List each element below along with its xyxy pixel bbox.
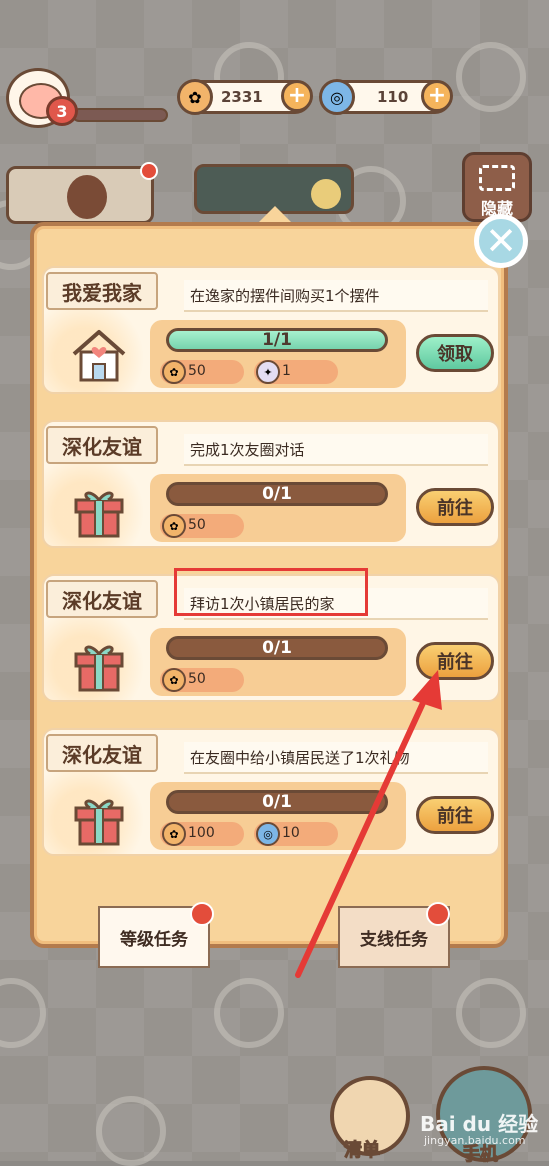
task-description: 在友圈中给小镇居民送了1次礼物 [184,742,488,774]
coin-icon: ✿ [162,822,186,846]
progress-bar: 0/1 [166,636,388,660]
task-description: 在逸家的摆件间购买1个摆件 [184,280,488,312]
claim-button[interactable]: 领取 [416,334,494,372]
house-icon [72,330,126,382]
progress-panel: 0/1 ✿ 50 [150,474,406,542]
progress-panel: 0/1 ✿ 100 ◎ 10 [150,782,406,850]
reward-value: 10 [282,825,300,841]
reward-coins: ✿ 50 [160,360,244,384]
task-description: 完成1次友圈对话 [184,434,488,466]
close-button[interactable]: ✕ [474,214,528,268]
task-title: 深化友谊 [46,426,158,464]
sun-decoration [456,42,526,112]
gift-icon [74,645,124,692]
reward-value: 50 [188,517,206,533]
gem-amount: 110 [377,88,409,106]
progress-panel: 0/1 ✿ 50 [150,628,406,696]
coin-counter: ✿ 2331 + [177,79,313,115]
coin-icon: ✿ [162,360,186,384]
task-card: 在逸家的摆件间购买1个摆件 我爱我家 1/1 ✿ 50 ✦ 1 领取 [42,266,500,394]
photo-card[interactable] [6,166,154,224]
notification-dot [190,902,214,926]
sun-decoration [456,978,526,1048]
task-card: 完成1次友圈对话 深化友谊 0/1 ✿ 50 前往 [42,420,500,548]
frame-icon [479,165,515,191]
gem-icon: ◎ [256,822,280,846]
task-title: 深化友谊 [46,734,158,772]
coin-icon: ✿ [162,514,186,538]
watermark-url: jingyan.baidu.com [424,1134,526,1147]
task-card: 在友圈中给小镇居民送了1次礼物 深化友谊 0/1 ✿ 100 ◎ 10 前往 [42,728,500,856]
go-button[interactable]: 前往 [416,488,494,526]
reward-value: 50 [188,363,206,379]
coin-amount: 2331 [221,88,263,106]
xp-bar [72,108,168,122]
gem-counter: ◎ 110 + [319,79,453,115]
notification-dot [426,902,450,926]
reward-value: 1 [282,363,291,379]
reward-coins: ✿ 50 [160,514,244,538]
progress-bar: 1/1 [166,328,388,352]
checklist-label: 清单 [344,1140,381,1162]
gift-icon [74,799,124,846]
reward-value: 50 [188,671,206,687]
notification-dot [140,162,158,180]
sun-decoration [214,978,284,1048]
dialog-pointer [259,206,291,222]
gift-icon [74,491,124,538]
level-badge: 3 [46,96,78,126]
task-title: 深化友谊 [46,580,158,618]
character-portrait [67,175,107,219]
hide-ui-button[interactable]: 隐藏 [462,152,532,222]
progress-bar: 0/1 [166,482,388,506]
reward-coins: ✿ 100 [160,822,244,846]
reward-ticket: ✦ 1 [254,360,338,384]
go-button[interactable]: 前往 [416,796,494,834]
go-button[interactable]: 前往 [416,642,494,680]
reward-value: 100 [188,825,215,841]
reward-gems: ◎ 10 [254,822,338,846]
coin-icon: ✿ [162,668,186,692]
progress-bar: 0/1 [166,790,388,814]
task-title: 我爱我家 [46,272,158,310]
add-gems-button[interactable]: + [421,80,453,112]
progress-panel: 1/1 ✿ 50 ✦ 1 [150,320,406,388]
sun-decoration [96,1096,166,1166]
highlight-box [174,568,368,616]
coin-icon: ✿ [177,79,213,115]
add-coins-button[interactable]: + [281,80,313,112]
reward-coins: ✿ 50 [160,668,244,692]
watermark: Bai du 经验 [420,1112,539,1136]
gem-icon: ◎ [319,79,355,115]
ticket-icon: ✦ [256,360,280,384]
